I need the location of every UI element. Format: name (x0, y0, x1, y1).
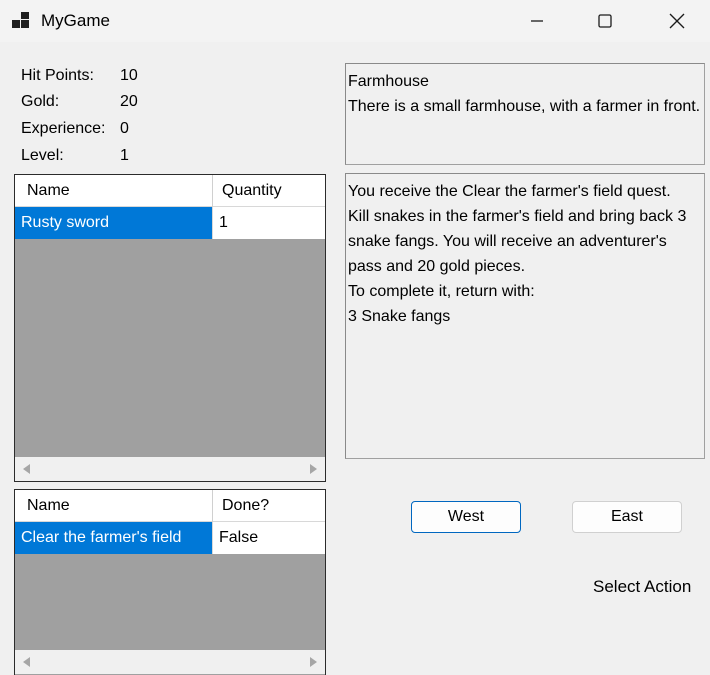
app-icon (12, 12, 30, 28)
quests-grid[interactable]: Name Done? Clear the farmer's field Fals… (14, 489, 326, 675)
quests-done-header[interactable]: Done? (222, 497, 269, 515)
level-value: 1 (120, 147, 129, 164)
inventory-name-header[interactable]: Name (27, 182, 70, 200)
scroll-right-icon[interactable] (310, 657, 317, 667)
quests-name-header[interactable]: Name (27, 497, 70, 515)
window-title: MyGame (41, 11, 110, 30)
location-name: Farmhouse (348, 73, 429, 90)
maximize-icon (598, 14, 612, 28)
message-line: To complete it, return with: (348, 283, 535, 300)
select-action-label: Select Action (593, 577, 692, 596)
title-bar: MyGame (0, 0, 710, 42)
column-separator[interactable] (212, 490, 213, 522)
west-button[interactable]: West (411, 501, 521, 533)
maximize-button[interactable] (576, 0, 634, 42)
quest-row[interactable]: Clear the farmer's field False (15, 522, 325, 554)
location-description: There is a small farmhouse, with a farme… (348, 98, 701, 115)
inventory-item-name[interactable]: Rusty sword (15, 207, 212, 239)
gold-value: 20 (120, 93, 138, 110)
experience-value: 0 (120, 120, 129, 137)
minimize-icon (531, 20, 543, 22)
inventory-quantity-header[interactable]: Quantity (222, 182, 282, 200)
inventory-horizontal-scrollbar[interactable] (15, 457, 325, 481)
message-line: 3 Snake fangs (348, 308, 451, 325)
close-button[interactable] (648, 0, 706, 42)
message-line: You receive the Clear the farmer's field… (348, 183, 671, 200)
inventory-header: Name Quantity (15, 175, 325, 207)
experience-label: Experience: (21, 120, 106, 137)
inventory-grid[interactable]: Name Quantity Rusty sword 1 (14, 174, 326, 482)
scroll-left-icon[interactable] (23, 464, 30, 474)
quests-horizontal-scrollbar[interactable] (15, 650, 325, 674)
scroll-right-icon[interactable] (310, 464, 317, 474)
quest-done[interactable]: False (212, 522, 325, 554)
messages-textbox[interactable]: You receive the Clear the farmer's field… (345, 173, 705, 459)
column-separator[interactable] (212, 175, 213, 207)
hit-points-label: Hit Points: (21, 67, 94, 84)
inventory-row[interactable]: Rusty sword 1 (15, 207, 325, 239)
east-button[interactable]: East (572, 501, 682, 533)
gold-label: Gold: (21, 93, 60, 110)
minimize-button[interactable] (508, 0, 566, 42)
inventory-item-quantity[interactable]: 1 (212, 207, 325, 239)
scroll-left-icon[interactable] (23, 657, 30, 667)
message-line: Kill snakes in the farmer's field and br… (348, 208, 691, 275)
close-icon (669, 13, 685, 29)
quest-name[interactable]: Clear the farmer's field (15, 522, 212, 554)
quests-header: Name Done? (15, 490, 325, 522)
hit-points-value: 10 (120, 67, 138, 84)
level-label: Level: (21, 147, 64, 164)
location-textbox[interactable]: Farmhouse There is a small farmhouse, wi… (345, 63, 705, 165)
